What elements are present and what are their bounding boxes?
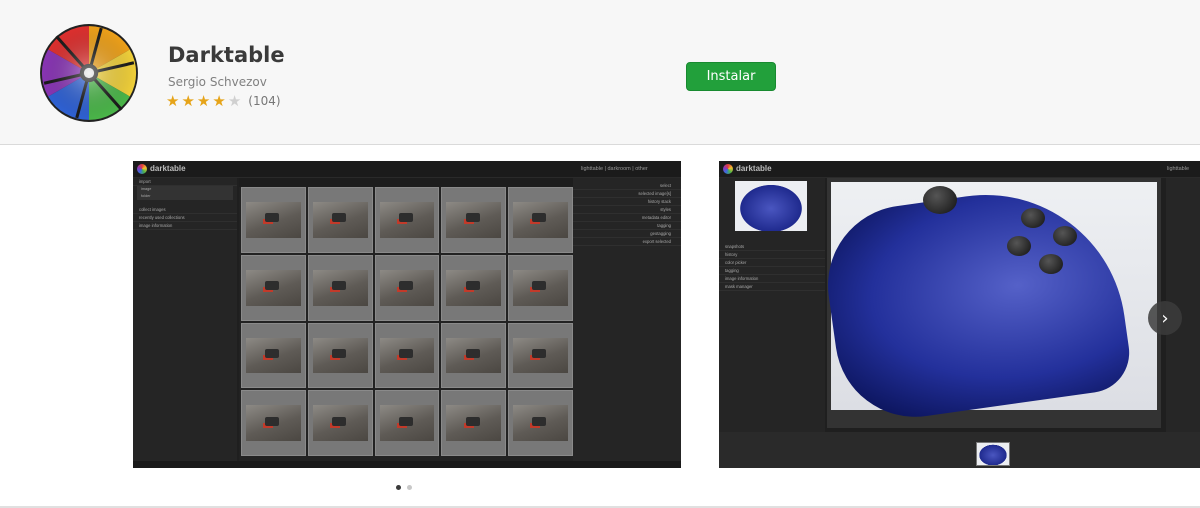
filmstrip-thumbnail[interactable] [976, 442, 1010, 466]
carousel-indicator [396, 485, 412, 490]
chevron-right-icon: › [1161, 307, 1169, 329]
panel-item[interactable]: export selected [573, 238, 681, 246]
controller-photo [817, 176, 1157, 428]
panel-item[interactable]: collect images [133, 206, 237, 214]
view-switcher: lighttable | darkroom | other [581, 166, 648, 172]
right-panel: select selected image[s] history stack s… [573, 178, 681, 468]
left-panel: import image folder collect images recen… [133, 178, 237, 468]
thumbnail[interactable] [441, 187, 507, 253]
joystick-shape [923, 186, 957, 214]
thumbnail[interactable] [441, 390, 507, 456]
darktable-small-logo-icon [137, 164, 147, 174]
thumbnail[interactable] [307, 322, 373, 389]
filmstrip [719, 432, 1200, 468]
panel-item[interactable]: tagging [573, 222, 681, 230]
darktable-small-logo-icon [723, 164, 733, 174]
thumbnail[interactable] [508, 187, 573, 253]
review-count[interactable]: (104) [248, 94, 280, 108]
screenshot-lighttable[interactable]: darktable lighttable | darkroom | other … [133, 161, 681, 468]
thumbnail[interactable] [374, 187, 440, 253]
panel-item[interactable]: color picker [719, 259, 825, 267]
panel-item[interactable]: geotagging [573, 230, 681, 238]
controller-button [1053, 226, 1077, 246]
navigation-preview [735, 181, 807, 231]
panel-item[interactable]: styles [573, 206, 681, 214]
star-icon: ★ [196, 92, 211, 110]
install-button[interactable]: Instalar [686, 62, 776, 91]
thumbnail[interactable] [374, 390, 440, 456]
screenshot-darkroom[interactable]: darktable lighttable snapshots history c… [719, 161, 1200, 468]
panel-item[interactable]: image information [719, 275, 825, 283]
panel-subitem[interactable]: folder [137, 193, 233, 200]
next-screenshot-button[interactable]: › [1148, 301, 1182, 335]
thumbnail[interactable] [441, 322, 507, 389]
thumbnail-toolbar [239, 178, 575, 187]
thumbnail[interactable] [374, 322, 440, 389]
thumbnail[interactable] [241, 187, 306, 253]
bottom-toolbar [133, 461, 681, 468]
app-developer: Sergio Schvezov [168, 75, 267, 89]
darktable-topbar: darktable lighttable | darkroom | other [133, 161, 681, 178]
thumbnail[interactable] [307, 390, 373, 456]
thumbnail[interactable] [508, 322, 573, 389]
thumbnail[interactable] [441, 254, 507, 321]
darktable-name: darktable [736, 164, 772, 173]
thumbnail[interactable] [508, 254, 573, 321]
panel-item[interactable]: select [573, 182, 681, 190]
thumbnail[interactable] [508, 390, 573, 456]
thumbnail[interactable] [241, 254, 306, 321]
panel-item[interactable]: snapshots [719, 243, 825, 251]
star-icon: ★ [181, 92, 195, 110]
panel-item[interactable]: image information [133, 222, 237, 230]
star-icon: ★ [227, 92, 242, 110]
app-header: Darktable Sergio Schvezov ★ ★ ★ ★ ★ (104… [0, 0, 1200, 145]
thumbnail[interactable] [307, 187, 373, 253]
darktable-topbar: darktable lighttable [719, 161, 1200, 178]
thumbnail[interactable] [241, 390, 306, 456]
thumbnail[interactable] [241, 322, 306, 389]
panel-item[interactable]: tagging [719, 267, 825, 275]
thumbnail[interactable] [307, 254, 373, 321]
carousel-dot[interactable] [396, 485, 401, 490]
panel-item[interactable]: selected image[s] [573, 190, 681, 198]
left-panel: snapshots history color picker tagging i… [719, 178, 825, 468]
thumbnail[interactable] [374, 254, 440, 321]
controller-button [1021, 208, 1045, 228]
star-icon: ★ [166, 92, 180, 110]
panel-item[interactable]: history stack [573, 198, 681, 206]
view-switcher: lighttable [1167, 166, 1190, 172]
darktable-logo-icon [40, 24, 138, 122]
darktable-name: darktable [150, 164, 186, 173]
star-icon: ★ [212, 92, 226, 110]
carousel-dot[interactable] [407, 485, 412, 490]
panel-item[interactable]: metadata editor [573, 214, 681, 222]
controller-button [1007, 236, 1031, 256]
panel-item[interactable]: import [133, 178, 237, 186]
panel-item[interactable]: mask manager [719, 283, 825, 291]
controller-shape [817, 176, 1135, 428]
panel-item[interactable]: recently used collections [133, 214, 237, 222]
thumbnail-area [239, 178, 575, 462]
app-title: Darktable [168, 43, 285, 67]
controller-button [1039, 254, 1063, 274]
thumbnail-grid [241, 187, 573, 456]
panel-subitem[interactable]: image [137, 186, 233, 193]
app-rating[interactable]: ★ ★ ★ ★ ★ (104) [166, 92, 281, 110]
panel-item[interactable]: history [719, 251, 825, 259]
